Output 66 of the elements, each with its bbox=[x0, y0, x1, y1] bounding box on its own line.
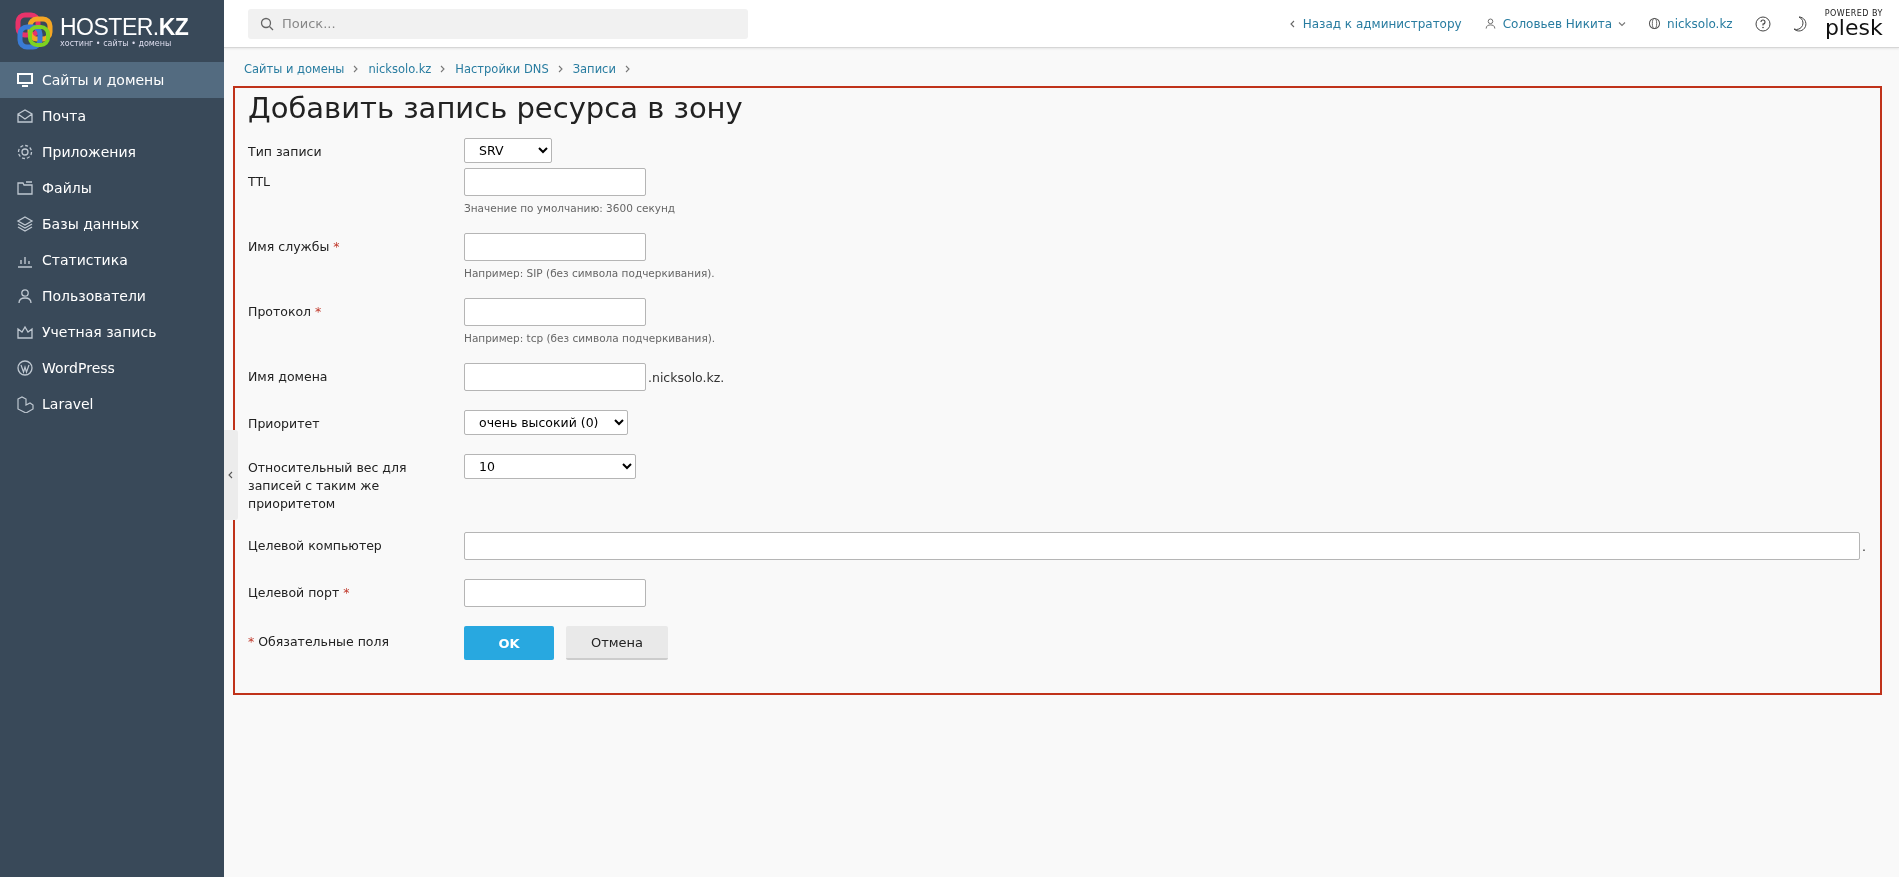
input-field[interactable] bbox=[464, 298, 646, 326]
sidebar-item[interactable]: Пользователи bbox=[0, 278, 224, 314]
sidebar-item[interactable]: Статистика bbox=[0, 242, 224, 278]
sidebar-item[interactable]: WordPress bbox=[0, 350, 224, 386]
sidebar-item[interactable]: Сайты и домены bbox=[0, 62, 224, 98]
layers-icon bbox=[16, 215, 34, 233]
sidebar-item[interactable]: Приложения bbox=[0, 134, 224, 170]
domain-suffix: .nicksolo.kz. bbox=[648, 369, 725, 385]
help-icon[interactable] bbox=[1754, 15, 1771, 32]
select-field[interactable]: 10 bbox=[464, 454, 636, 479]
field-label: Приоритет bbox=[248, 415, 320, 433]
user-icon bbox=[1483, 17, 1497, 30]
sidebar-item[interactable]: Базы данных bbox=[0, 206, 224, 242]
field-label: Целевой компьютер bbox=[248, 537, 382, 555]
chevron-icon bbox=[556, 65, 565, 73]
domain-link[interactable]: nicksolo.kz bbox=[1648, 16, 1733, 31]
search-field[interactable]: Поиск... bbox=[248, 8, 748, 39]
input-field[interactable] bbox=[464, 363, 646, 391]
cancel-button[interactable]: Отмена bbox=[566, 626, 668, 660]
back-link[interactable]: Назад к администратору bbox=[1288, 16, 1462, 31]
field-hint: Например: tcp (без символа подчеркивания). bbox=[464, 332, 717, 344]
select-field[interactable]: SRV bbox=[464, 138, 552, 163]
brand-name: HOSTER.KZ bbox=[60, 14, 189, 39]
user-icon bbox=[16, 287, 34, 305]
field-label: Относительный вес для записей с таким же приоритетом bbox=[248, 459, 408, 513]
breadcrumb-link[interactable]: Сайты и домены bbox=[244, 62, 345, 76]
logo-icon bbox=[14, 11, 54, 51]
sidebar-item[interactable]: Учетная запись bbox=[0, 314, 224, 350]
sidebar-item[interactable]: Почта bbox=[0, 98, 224, 134]
input-field[interactable] bbox=[464, 233, 646, 261]
required-note: * Обязательные поля bbox=[248, 633, 389, 651]
field-hint: Значение по умолчанию: 3600 секунд bbox=[464, 202, 677, 214]
folder-icon bbox=[16, 179, 34, 197]
breadcrumb-link[interactable]: Записи bbox=[572, 62, 616, 76]
powered-by-label: POWERED BY bbox=[1824, 9, 1883, 18]
envelope-icon bbox=[16, 107, 34, 125]
globe-icon bbox=[1648, 17, 1662, 30]
field-label: Целевой порт * bbox=[248, 584, 350, 602]
chevron-icon bbox=[227, 471, 235, 479]
sidebar-item[interactable]: Файлы bbox=[0, 170, 224, 206]
input-field[interactable] bbox=[464, 168, 646, 196]
field-label: Имя службы * bbox=[248, 238, 340, 256]
field-hint: Например: SIP (без символа подчеркивания). bbox=[464, 267, 716, 279]
breadcrumb-link[interactable]: Настройки DNS bbox=[455, 62, 549, 76]
collapse-handle[interactable] bbox=[224, 430, 238, 520]
user-menu[interactable]: Соловьев Никита bbox=[1483, 16, 1627, 31]
input-field[interactable] bbox=[464, 579, 646, 607]
brand-tagline: хостинг • сайты • домены bbox=[60, 38, 173, 48]
field-label: Имя домена bbox=[248, 368, 328, 386]
plesk-logo: plesk bbox=[1824, 18, 1883, 38]
field-label: Протокол * bbox=[248, 303, 322, 321]
gear-icon bbox=[16, 143, 34, 161]
monitor-icon bbox=[16, 71, 34, 89]
caret-icon bbox=[1618, 19, 1627, 28]
sidebar-item[interactable]: Laravel bbox=[0, 386, 224, 422]
wordpress-icon bbox=[16, 359, 34, 377]
chevron-icon bbox=[1288, 19, 1297, 28]
moon-icon[interactable] bbox=[1792, 15, 1807, 32]
select-field[interactable]: очень высокий (0) bbox=[464, 410, 628, 435]
breadcrumb-link[interactable]: nicksolo.kz bbox=[368, 62, 432, 76]
input-field[interactable] bbox=[464, 532, 1860, 560]
field-label: TTL bbox=[248, 173, 270, 191]
page-title: Добавить запись ресурса в зону bbox=[248, 90, 744, 127]
chevron-icon bbox=[623, 65, 632, 73]
field-label: Тип записи bbox=[248, 143, 322, 161]
domain-suffix: . bbox=[1862, 538, 1866, 554]
